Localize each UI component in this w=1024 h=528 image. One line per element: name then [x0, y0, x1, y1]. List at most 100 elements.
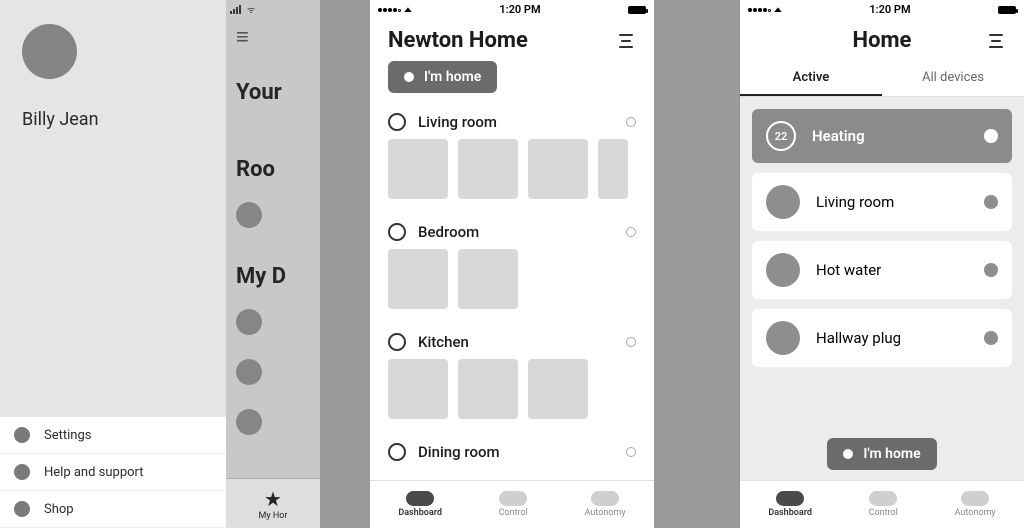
device-status-icon — [984, 331, 998, 345]
device-tile[interactable] — [528, 359, 588, 419]
presence-dot-icon — [404, 72, 414, 82]
presence-dot-icon — [843, 449, 853, 459]
drawer-item-shop[interactable]: Shop — [0, 491, 226, 528]
status-bar: 1:20 PM — [740, 0, 1024, 18]
tab-icon — [869, 491, 897, 506]
signal-icon — [748, 4, 772, 15]
drawer-item-help[interactable]: Help and support — [0, 454, 226, 491]
star-icon: ★ — [264, 487, 282, 511]
help-icon — [14, 464, 30, 480]
bottom-tabbar: Dashboard Control Autonomy — [740, 480, 1024, 528]
im-home-label: I'm home — [863, 446, 920, 462]
device-name: Hot water — [816, 261, 984, 279]
tab-label: Autonomy — [955, 508, 996, 518]
tab-label: Control — [499, 508, 528, 518]
tab-icon — [961, 491, 989, 506]
filter-icon[interactable] — [616, 34, 636, 48]
room-dot-icon — [236, 202, 262, 228]
device-tile[interactable] — [458, 139, 518, 199]
room-header-dining[interactable]: Dining room — [388, 439, 636, 469]
drawer-item-label: Settings — [44, 428, 91, 443]
tab-autonomy[interactable]: Autonomy — [585, 491, 626, 518]
device-temp-badge: 22 — [766, 121, 796, 151]
device-icon — [766, 185, 800, 219]
page-title: Home — [853, 28, 912, 53]
device-card-hotwater[interactable]: Hot water — [752, 241, 1012, 299]
phone-rooms: 1:20 PM Newton Home I'm home Living room — [370, 0, 654, 528]
device-icon — [766, 253, 800, 287]
room-header-bedroom[interactable]: Bedroom — [388, 219, 636, 249]
device-dot-icon — [236, 359, 262, 385]
tab-icon — [776, 491, 804, 506]
device-name: Heating — [812, 127, 984, 145]
device-tile[interactable] — [388, 139, 448, 199]
battery-icon — [628, 6, 646, 14]
device-status-icon — [984, 195, 998, 209]
device-tile[interactable] — [388, 359, 448, 419]
device-tile[interactable] — [388, 249, 448, 309]
nav-drawer: Billy Jean Settings Help and support Sho… — [0, 0, 226, 528]
behind-tabbar: ★ My Hor — [226, 478, 320, 528]
filter-icon[interactable] — [986, 34, 1006, 48]
behind-heading-1: Your — [226, 80, 320, 105]
drawer-item-label: Help and support — [44, 465, 144, 480]
tab-all-devices[interactable]: All devices — [882, 61, 1024, 96]
room-name: Living room — [418, 113, 497, 131]
bottom-tabbar: Dashboard Control Autonomy — [370, 480, 654, 528]
page-title: Newton Home — [388, 28, 528, 53]
tab-control[interactable]: Control — [869, 491, 898, 518]
status-bar: 1:20 PM — [370, 0, 654, 18]
im-home-label: I'm home — [424, 69, 481, 85]
device-card-living[interactable]: Living room — [752, 173, 1012, 231]
im-home-button[interactable]: I'm home — [827, 438, 936, 470]
device-status-icon — [984, 263, 998, 277]
clock: 1:20 PM — [869, 3, 910, 16]
room-header-living[interactable]: Living room — [388, 109, 636, 139]
tab-control[interactable]: Control — [499, 491, 528, 518]
room-indicator-icon — [626, 117, 636, 127]
device-name: Living room — [816, 193, 984, 211]
room-indicator-icon — [626, 447, 636, 457]
drawer-item-settings[interactable]: Settings — [0, 417, 226, 454]
device-tabs: Active All devices — [740, 61, 1024, 97]
tab-icon — [499, 491, 527, 506]
avatar[interactable] — [22, 24, 77, 79]
device-card-heating[interactable]: 22 Heating — [752, 109, 1012, 163]
wifi-icon — [404, 4, 412, 15]
behind-tab-label: My Hor — [259, 511, 288, 521]
battery-icon — [998, 6, 1016, 14]
shop-icon — [14, 501, 30, 517]
room-header-kitchen[interactable]: Kitchen — [388, 329, 636, 359]
device-tile[interactable] — [458, 249, 518, 309]
tab-autonomy[interactable]: Autonomy — [955, 491, 996, 518]
wifi-icon — [774, 4, 782, 15]
user-name: Billy Jean — [22, 109, 204, 130]
device-tile[interactable] — [598, 139, 628, 199]
tab-label: Control — [869, 508, 898, 518]
device-tile[interactable] — [458, 359, 518, 419]
device-card-hallway[interactable]: Hallway plug — [752, 309, 1012, 367]
clock: 1:20 PM — [499, 3, 540, 16]
room-name: Kitchen — [418, 333, 469, 351]
room-status-icon — [388, 223, 406, 241]
device-name: Hallway plug — [816, 329, 984, 347]
tab-icon — [406, 491, 434, 506]
tab-active[interactable]: Active — [740, 61, 882, 96]
device-dot-icon — [236, 409, 262, 435]
tab-label: Dashboard — [768, 508, 812, 518]
room-name: Bedroom — [418, 223, 479, 241]
wifi-icon: ᯤ — [247, 3, 255, 16]
tab-dashboard[interactable]: Dashboard — [768, 491, 812, 518]
device-tile[interactable] — [528, 139, 588, 199]
device-icon — [766, 321, 800, 355]
signal-icon — [378, 4, 402, 15]
room-indicator-icon — [626, 227, 636, 237]
tab-dashboard[interactable]: Dashboard — [398, 491, 442, 518]
settings-icon — [14, 427, 30, 443]
room-name: Dining room — [418, 443, 500, 461]
hamburger-icon[interactable]: ≡ — [226, 18, 320, 56]
room-status-icon — [388, 443, 406, 461]
tab-label: Autonomy — [585, 508, 626, 518]
im-home-button[interactable]: I'm home — [388, 61, 497, 93]
tab-label: Dashboard — [398, 508, 442, 518]
